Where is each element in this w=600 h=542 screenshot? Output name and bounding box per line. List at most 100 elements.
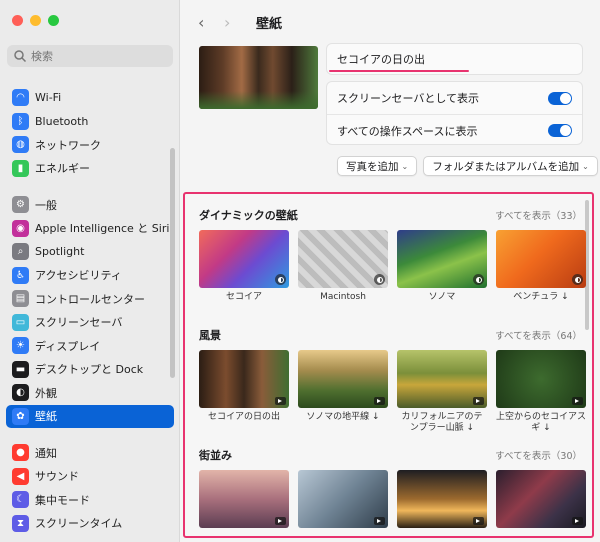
sidebar-item-label: ネットワーク <box>35 138 101 152</box>
wallpaper-caption: ベンチュラ ↓ <box>513 292 569 302</box>
wallpaper-thumbnail[interactable]: 上空からのセコイアスギ ↓ <box>496 350 586 434</box>
wallpaper-thumbnail[interactable]: セコイアの日の出 <box>199 350 289 434</box>
video-badge-icon <box>374 397 385 405</box>
sidebar-item[interactable]: ▤ コントロールセンター <box>6 287 174 311</box>
thumbnail-row: セコイア Macintosh ソノマ ベンチュラ ↓ <box>199 230 586 303</box>
wallpaper-image[interactable] <box>496 350 586 408</box>
sidebar-item-label: 集中モード <box>35 493 90 507</box>
sidebar-item[interactable]: ◀ サウンド <box>6 465 174 489</box>
wallpaper-thumbnail[interactable] <box>298 470 388 528</box>
dynamic-badge-icon <box>374 274 385 285</box>
appearance-icon: ◐ <box>12 384 29 402</box>
sidebar-item[interactable]: ✿ 壁紙 <box>6 404 174 428</box>
sidebar-item[interactable]: ▬ デスクトップと Dock <box>6 358 174 382</box>
zoom-window-button[interactable] <box>48 15 59 26</box>
sidebar-item-label: エネルギー <box>35 162 90 176</box>
wallpaper-thumbnail[interactable]: カリフォルニアのテンプラー山脈 ↓ <box>397 350 487 434</box>
wallpaper-image[interactable] <box>199 350 289 408</box>
toolbar: ‹ › 壁紙 <box>180 0 600 44</box>
sidebar-item[interactable]: ◠ Wi-Fi <box>6 86 174 110</box>
sidebar-item-label: 通知 <box>35 446 57 460</box>
wallpaper-thumbnail[interactable] <box>199 470 289 528</box>
wallpaper-gallery: ダイナミックの壁紙 すべてを表示（33） セコイア Macintosh ソノマ ベンチュラ… <box>183 192 594 538</box>
wallpaper-section: 街並み すべてを表示（30） <box>199 447 586 528</box>
wallpaper-caption: ソノマ <box>428 292 456 302</box>
wallpaper-image[interactable] <box>397 350 487 408</box>
sidebar-item-label: デスクトップと Dock <box>35 363 144 377</box>
show-all-button[interactable]: すべてを表示（33） <box>495 208 582 222</box>
accessibility-icon: ♿ <box>12 266 29 284</box>
wallpaper-image[interactable] <box>397 470 487 528</box>
current-wallpaper-label: セコイアの日の出 <box>337 53 425 66</box>
sidebar-item-label: Bluetooth <box>35 114 89 128</box>
wallpaper-image[interactable] <box>298 230 388 288</box>
screensaver-toggle[interactable] <box>548 91 572 105</box>
chevron-down-icon: ⌄ <box>401 161 409 171</box>
wallpaper-image[interactable] <box>199 470 289 528</box>
sidebar-separator <box>6 428 174 441</box>
show-all-button[interactable]: すべてを表示（64） <box>495 328 582 342</box>
chevron-down-icon: ⌄ <box>582 161 589 171</box>
sidebar-item[interactable]: ᛒ Bluetooth <box>6 110 174 134</box>
wallpaper-thumbnail[interactable] <box>496 470 586 528</box>
wifi-icon: ◠ <box>12 89 29 107</box>
wallpaper-thumbnail[interactable]: セコイア <box>199 230 289 303</box>
sidebar-item[interactable]: ⧗ スクリーンタイム <box>6 512 174 536</box>
sidebar-item[interactable]: ● 通知 <box>6 441 174 465</box>
sidebar-item[interactable]: ▮ エネルギー <box>6 157 174 181</box>
sidebar: ◠ Wi-Fi ᛒ Bluetooth ◍ ネットワーク ▮ エネルギー ⚙ 一般 ◉ Apple I… <box>0 0 180 542</box>
sidebar-item-label: Wi-Fi <box>35 91 62 105</box>
add-folder-label: フォルダまたはアルバムを追加 <box>432 160 580 173</box>
wallpaper-thumbnail[interactable]: ベンチュラ ↓ <box>496 230 586 303</box>
sidebar-scrollbar[interactable] <box>170 148 175 378</box>
wallpaper-image[interactable] <box>496 230 586 288</box>
close-window-button[interactable] <box>12 15 23 26</box>
minimize-window-button[interactable] <box>30 15 41 26</box>
wallpaper-caption: カリフォルニアのテンプラー山脈 ↓ <box>401 412 483 433</box>
section-title: ダイナミックの壁紙 <box>199 209 298 222</box>
wallpaper-thumbnail[interactable]: ソノマの地平線 ↓ <box>298 350 388 434</box>
video-badge-icon <box>275 397 286 405</box>
hourglass-icon: ⧗ <box>12 514 29 532</box>
section-title: 風景 <box>199 329 221 342</box>
sidebar-item[interactable]: ◍ ネットワーク <box>6 133 174 157</box>
wallpaper-image[interactable] <box>397 230 487 288</box>
wallpaper-image[interactable] <box>298 350 388 408</box>
all-spaces-toggle[interactable] <box>548 124 572 137</box>
wallpaper-image[interactable] <box>496 470 586 528</box>
add-folder-button[interactable]: フォルダまたはアルバムを追加 ⌄ <box>423 156 598 176</box>
add-photo-button[interactable]: 写真を追加 ⌄ <box>337 156 418 176</box>
sidebar-item[interactable]: ☀ ディスプレイ <box>6 334 174 358</box>
show-all-button[interactable]: すべてを表示（30） <box>495 448 582 462</box>
dynamic-badge-icon <box>275 274 286 285</box>
sidebar-item[interactable]: ⚙ 一般 <box>6 193 174 217</box>
options-card: スクリーンセーバとして表示 すべての操作スペースに表示 <box>326 81 583 145</box>
sidebar-item[interactable]: ⌕ Spotlight <box>6 240 174 264</box>
wallpaper-icon: ✿ <box>12 407 29 425</box>
video-badge-icon <box>275 517 286 525</box>
back-button[interactable]: ‹ <box>198 13 224 32</box>
sidebar-item[interactable]: ▭ スクリーンセーバ <box>6 311 174 335</box>
wallpaper-image[interactable] <box>199 230 289 288</box>
sidebar-item[interactable]: ◉ Apple Intelligence と Siri <box>6 217 174 241</box>
option-label: スクリーンセーバとして表示 <box>337 92 480 105</box>
forward-button[interactable]: › <box>224 13 250 32</box>
magnifier-icon: ⌕ <box>12 243 29 261</box>
search-input[interactable] <box>31 49 171 63</box>
sidebar-item[interactable]: ☾ 集中モード <box>6 488 174 512</box>
search-field[interactable] <box>7 45 173 67</box>
wallpaper-image[interactable] <box>298 470 388 528</box>
wallpaper-thumbnail[interactable]: ソノマ <box>397 230 487 303</box>
wallpaper-thumbnail[interactable] <box>397 470 487 528</box>
wallpaper-caption: Macintosh <box>320 292 366 302</box>
speaker-icon: ◀ <box>12 467 29 485</box>
sidebar-separator <box>6 180 174 193</box>
page-title: 壁紙 <box>256 16 283 32</box>
sidebar-item[interactable]: ♿ アクセシビリティ <box>6 264 174 288</box>
sidebar-list: ◠ Wi-Fi ᛒ Bluetooth ◍ ネットワーク ▮ エネルギー ⚙ 一般 ◉ Apple I… <box>6 86 174 535</box>
wallpaper-thumbnail[interactable]: Macintosh <box>298 230 388 303</box>
option-row-screensaver: スクリーンセーバとして表示 <box>327 82 582 114</box>
sidebar-item-label: 外観 <box>35 386 57 400</box>
video-badge-icon <box>374 517 385 525</box>
sidebar-item[interactable]: ◐ 外観 <box>6 381 174 405</box>
